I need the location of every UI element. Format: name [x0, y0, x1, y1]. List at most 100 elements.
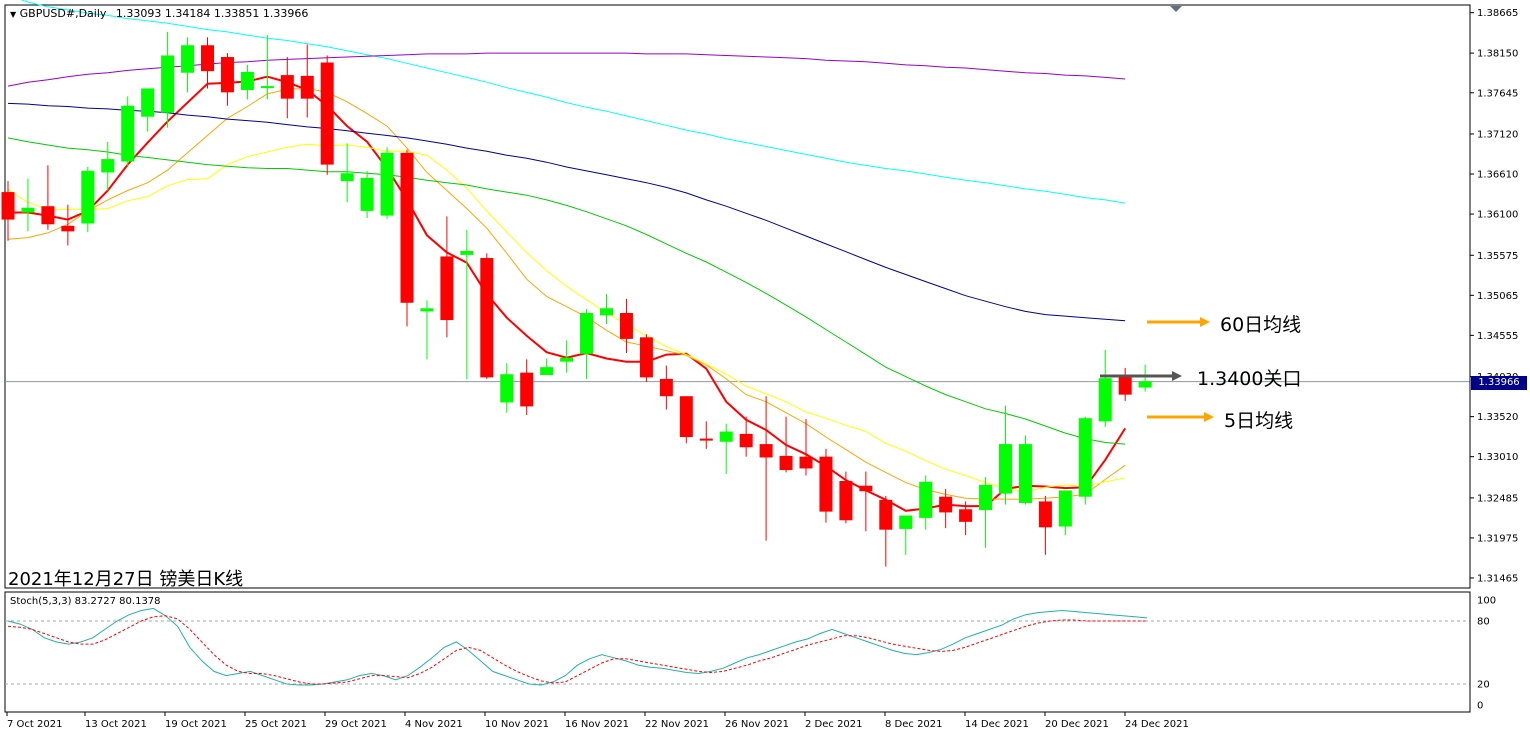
candle-body [101, 159, 115, 173]
price-axis: 1.38665 1.38150 1.37645 1.37120 1.36610 1.361… [1469, 5, 1518, 588]
stoch-header: Stoch(5,3,3) 83.2727 80.1378 [10, 596, 161, 607]
candle-body [999, 444, 1012, 494]
stoch-tick-label: 20 [1477, 680, 1490, 691]
ohlc-label: 1.33093 1.34184 1.33851 1.33966 [115, 7, 309, 20]
price-tick-label: 1.36100 [1477, 210, 1518, 221]
candle-body [1118, 375, 1132, 395]
candle-body [1018, 444, 1032, 503]
symbol-label: GBPUSD#,Daily [19, 7, 107, 20]
current-price-badge: 1.33966 [1471, 376, 1527, 390]
price-tick-label: 1.35575 [1477, 251, 1518, 262]
candle [480, 253, 494, 379]
candle [121, 96, 135, 167]
candle-body [440, 256, 454, 321]
date-tick-label: 2 Dec 2021 [805, 719, 863, 730]
date-tick-label: 13 Oct 2021 [85, 719, 147, 730]
candle-body [839, 481, 853, 521]
chart-caption: 2021年12月27日 镑美日K线 [8, 569, 244, 590]
price-tick-label: 1.33010 [1477, 452, 1518, 463]
candle-body [1138, 381, 1152, 388]
price-tick-label: 1.38665 [1477, 8, 1518, 19]
date-tick-label: 20 Dec 2021 [1045, 719, 1109, 730]
candle-body [141, 88, 155, 117]
candle-body [280, 75, 294, 99]
candle-body [460, 250, 474, 255]
candle-body [360, 177, 374, 211]
candle-body [61, 225, 75, 232]
date-tick-label: 4 Nov 2021 [405, 719, 463, 730]
candle-body [41, 206, 55, 225]
candle-body [1098, 378, 1112, 422]
candle-body [540, 367, 554, 376]
candle [360, 170, 374, 218]
candle-body [300, 75, 314, 99]
candle-body [739, 433, 753, 448]
candle-body [859, 485, 873, 492]
candle-body [939, 496, 953, 513]
date-tick-label: 8 Dec 2021 [885, 719, 943, 730]
candle-body [220, 57, 234, 93]
candle-body [899, 515, 913, 529]
candle [679, 396, 693, 444]
candle-body [580, 312, 594, 354]
candle-body [600, 308, 613, 316]
candle-body [719, 431, 733, 442]
candle-body [21, 207, 35, 213]
candle-body [1038, 501, 1052, 528]
chart-header: ▼ GBPUSD#,Daily 1.33093 1.34184 1.33851 … [10, 7, 308, 20]
candle-body [659, 378, 673, 397]
stoch-tick-label: 0 [1477, 701, 1483, 712]
candle [400, 149, 414, 327]
stoch-tick-label: 80 [1477, 617, 1490, 628]
candle-body [181, 45, 195, 73]
price-tick-label: 1.35065 [1477, 291, 1518, 302]
date-tick-label: 16 Nov 2021 [565, 719, 629, 730]
candle-body [819, 456, 833, 512]
candle-body [240, 71, 254, 91]
ma60-annotation: 60日均线 [1220, 314, 1302, 336]
date-tick-label: 7 Oct 2021 [7, 719, 62, 730]
price-tick-label: 1.31465 [1477, 573, 1518, 584]
date-tick-label: 14 Dec 2021 [965, 719, 1029, 730]
stoch-label: Stoch(5,3,3) 83.2727 80.1378 [10, 596, 161, 607]
price-tick-label: 1.33520 [1477, 412, 1518, 423]
candle [819, 448, 833, 523]
date-tick-label: 22 Nov 2021 [645, 719, 709, 730]
candle-body [639, 337, 653, 378]
candle-body [619, 312, 633, 339]
candle-body [121, 105, 135, 162]
candle-body [699, 438, 713, 441]
candle [320, 55, 334, 175]
candle [1018, 435, 1032, 505]
current-price-label: 1.33966 [1478, 377, 1520, 388]
date-tick-label: 24 Dec 2021 [1125, 719, 1189, 730]
date-tick-label: 25 Oct 2021 [245, 719, 307, 730]
candle-body [979, 484, 993, 511]
price-tick-label: 1.34555 [1477, 331, 1518, 342]
candle [639, 334, 653, 383]
candle-body [679, 396, 693, 438]
price-tick-label: 1.32485 [1477, 493, 1518, 504]
candle-body [1, 192, 15, 220]
level-annotation: 1.3400关口 [1197, 368, 1302, 390]
date-tick-label: 26 Nov 2021 [725, 719, 789, 730]
candle-body [480, 258, 494, 378]
date-tick-label: 10 Nov 2021 [485, 719, 549, 730]
candle-body [161, 55, 175, 113]
price-tick-label: 1.31975 [1477, 533, 1518, 544]
candle-body [759, 444, 773, 458]
candle-body [879, 499, 893, 530]
candle-body [1058, 490, 1072, 527]
date-tick-label: 29 Oct 2021 [325, 719, 387, 730]
candle-body [1078, 418, 1092, 497]
candle-body [959, 509, 973, 522]
candle-body [81, 170, 95, 224]
price-tick-label: 1.38150 [1477, 49, 1518, 60]
candle-body [799, 456, 813, 469]
collapse-triangle-icon[interactable]: ▼ [10, 10, 16, 19]
candle-body [779, 455, 793, 471]
candle-body [260, 86, 274, 89]
candle-body [380, 152, 394, 216]
candle [1078, 416, 1092, 505]
price-tick-label: 1.37645 [1477, 88, 1518, 99]
